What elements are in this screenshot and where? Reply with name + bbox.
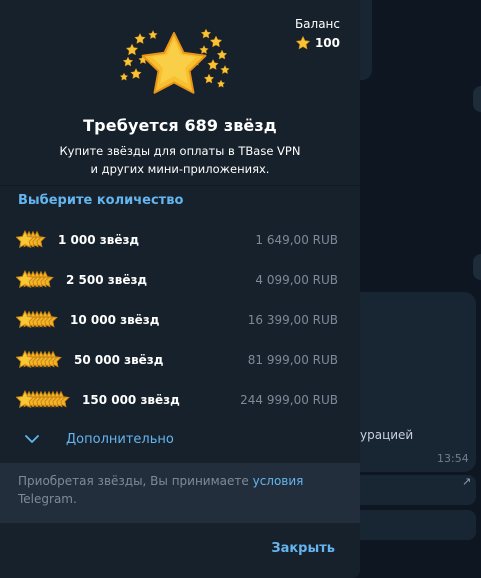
star-option-price: 1 649,00 RUB — [255, 233, 338, 247]
star-stack-icon — [16, 310, 58, 329]
terms-text: Приобретая звёзды, Вы принимаете условия… — [18, 472, 338, 508]
star-stack-icon — [16, 270, 54, 289]
terms-text-before: Приобретая звёзды, Вы принимаете — [18, 474, 249, 488]
chat-message-bubble — [340, 292, 476, 472]
modal-subtitle: Купите звёзды для оплаты в TBase VPN и д… — [0, 142, 360, 178]
inline-keyboard-button[interactable] — [340, 510, 476, 540]
star-option[interactable]: 50 000 звёзд 81 999,00 RUB — [0, 340, 360, 380]
subtitle-line: и других мини-приложениях. — [90, 162, 270, 176]
modal-title: Требуется 689 звёзд — [83, 116, 277, 135]
section-title: Выберите количество — [18, 193, 184, 208]
star-option[interactable]: 1 000 звёзд 1 649,00 RUB — [0, 220, 360, 260]
star-option[interactable]: 10 000 звёзд 16 399,00 RUB — [0, 300, 360, 340]
more-options-label: Дополнительно — [66, 432, 174, 447]
stars-hero-icon — [119, 28, 230, 94]
star-option-label: 150 000 звёзд — [82, 393, 180, 407]
buy-stars-modal: Баланс 100 Требуется 689 звёзд Купите зв… — [0, 0, 360, 578]
inline-keyboard-button[interactable] — [340, 475, 476, 505]
star-option-label: 2 500 звёзд — [66, 273, 148, 287]
chat-scroll-marker — [473, 254, 481, 280]
star-stack-icon — [16, 350, 62, 369]
external-link-icon: ↗ — [462, 475, 472, 488]
chat-message-time: 13:54 — [437, 452, 469, 465]
chat-scroll-marker — [473, 86, 481, 112]
chat-message-text: урацией — [360, 428, 414, 442]
close-button[interactable]: Закрыть — [271, 541, 335, 556]
star-option-label: 10 000 звёзд — [70, 313, 160, 327]
balance-value: 100 — [314, 36, 340, 50]
subtitle-line: Купите звёзды для оплаты в TBase VPN — [59, 144, 301, 158]
divider — [0, 185, 360, 186]
star-option[interactable]: 2 500 звёзд 4 099,00 RUB — [0, 260, 360, 300]
balance: 100 — [295, 35, 340, 51]
star-option-price: 81 999,00 RUB — [247, 353, 338, 367]
terms-footer: Приобретая звёзды, Вы принимаете условия… — [0, 463, 360, 523]
star-option-label: 1 000 звёзд — [58, 233, 140, 247]
terms-link[interactable]: условия — [253, 474, 304, 488]
star-stack-icon — [16, 230, 46, 249]
more-options-button[interactable]: Дополнительно — [0, 422, 360, 458]
star-option-label: 50 000 звёзд — [74, 353, 164, 367]
star-option[interactable]: 150 000 звёзд 244 999,00 RUB — [0, 380, 360, 420]
star-option-price: 244 999,00 RUB — [240, 393, 338, 407]
chevron-down-icon — [25, 435, 39, 443]
star-option-price: 4 099,00 RUB — [255, 273, 338, 287]
star-option-price: 16 399,00 RUB — [247, 313, 338, 327]
balance-label: Баланс — [294, 17, 340, 31]
star-icon — [295, 35, 311, 50]
terms-text-after: Telegram. — [18, 492, 77, 506]
star-stack-icon — [16, 390, 70, 409]
